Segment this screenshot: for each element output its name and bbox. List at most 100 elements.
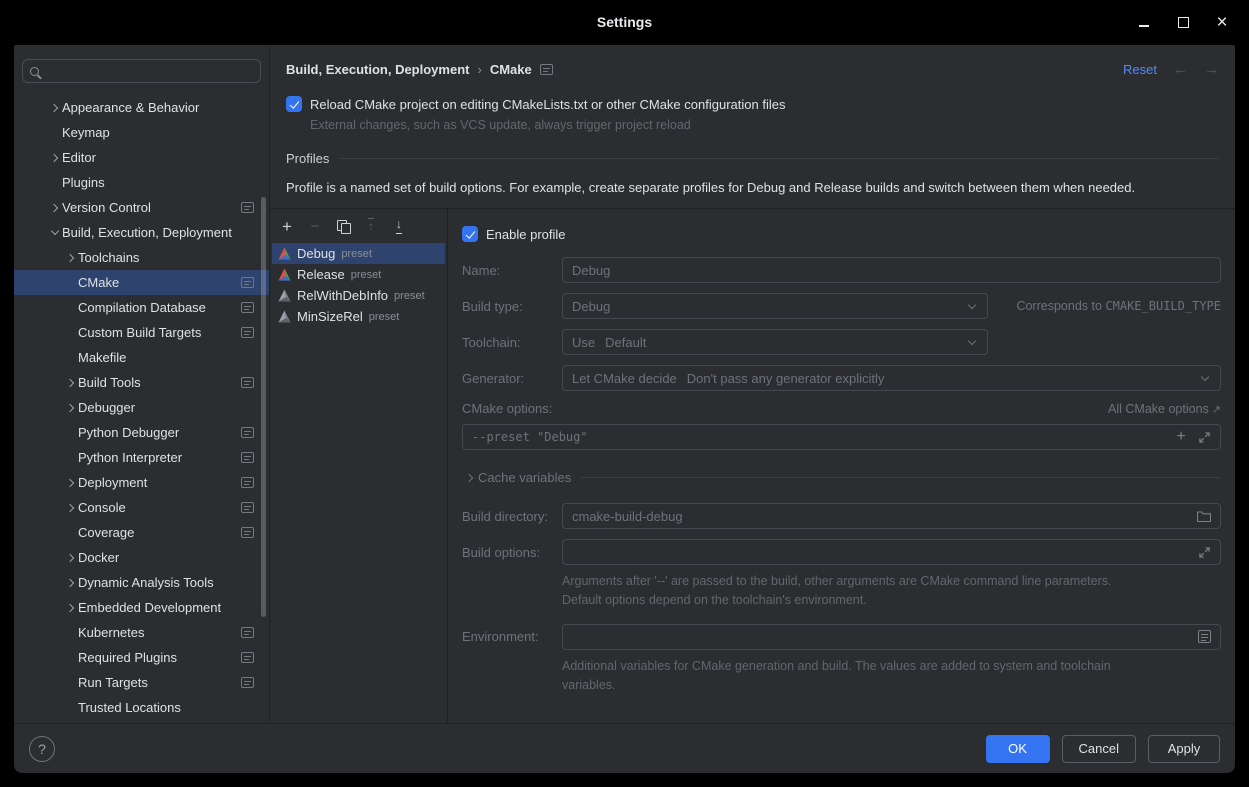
settings-search-box[interactable] (22, 59, 261, 83)
cancel-button[interactable]: Cancel (1062, 735, 1136, 763)
chevron-right-icon[interactable] (64, 555, 78, 561)
sidebar-item-run-targets[interactable]: Run Targets (14, 670, 269, 695)
sidebar-item-label: Docker (78, 550, 119, 565)
cache-variables-toggle[interactable]: Cache variables (462, 470, 1221, 485)
sidebar-item-editor[interactable]: Editor (14, 145, 269, 170)
add-profile-button[interactable] (279, 218, 295, 234)
cmake-options-label: CMake options: (462, 401, 552, 416)
chevron-right-icon[interactable] (48, 105, 62, 111)
remove-profile-button[interactable] (307, 218, 323, 234)
profile-name: RelWithDebInfo (297, 288, 388, 303)
sidebar-item-build-tools[interactable]: Build Tools (14, 370, 269, 395)
folder-icon[interactable] (1197, 509, 1211, 523)
build-directory-value: cmake-build-debug (572, 509, 683, 524)
add-option-icon[interactable] (1174, 430, 1188, 444)
chevron-right-icon[interactable] (64, 505, 78, 511)
sidebar-item-keymap[interactable]: Keymap (14, 120, 269, 145)
sidebar-item-deployment[interactable]: Deployment (14, 470, 269, 495)
all-cmake-options-link[interactable]: All CMake options (1108, 402, 1221, 416)
move-profile-down-button[interactable] (391, 218, 407, 234)
sidebar-item-python-interpreter[interactable]: Python Interpreter (14, 445, 269, 470)
profile-list-item-relwithdebinfo[interactable]: RelWithDebInfo preset (272, 285, 445, 306)
chevron-right-icon[interactable] (64, 380, 78, 386)
help-button[interactable]: ? (29, 736, 55, 762)
sidebar-item-coverage[interactable]: Coverage (14, 520, 269, 545)
toolchain-select[interactable]: Use Default (562, 329, 988, 355)
expand-icon[interactable] (1197, 430, 1211, 444)
sidebar-item-cmake[interactable]: CMake (14, 270, 269, 295)
forward-arrow-icon[interactable] (1204, 61, 1219, 78)
breadcrumb-build-execution-deployment[interactable]: Build, Execution, Deployment (286, 62, 469, 77)
sidebar-item-label: Dynamic Analysis Tools (78, 575, 214, 590)
chevron-right-icon[interactable] (48, 155, 62, 161)
reload-cmake-label: Reload CMake project on editing CMakeLis… (310, 97, 785, 112)
cmake-options-input[interactable]: --preset "Debug" (462, 424, 1221, 450)
name-label: Name: (462, 263, 562, 278)
back-arrow-icon[interactable] (1173, 61, 1188, 78)
sidebar-item-label: Python Debugger (78, 425, 179, 440)
sidebar-item-console[interactable]: Console (14, 495, 269, 520)
search-input[interactable] (45, 64, 253, 79)
reload-cmake-checkbox[interactable] (286, 96, 302, 112)
build-options-label: Build options: (462, 545, 562, 560)
generator-select[interactable]: Let CMake decide Don't pass any generato… (562, 365, 1221, 391)
chevron-right-icon[interactable] (64, 580, 78, 586)
ok-button[interactable]: OK (986, 735, 1050, 763)
project-settings-icon (241, 652, 254, 663)
chevron-down-icon (966, 305, 978, 308)
apply-button[interactable]: Apply (1148, 735, 1220, 763)
sidebar-item-embedded-development[interactable]: Embedded Development (14, 595, 269, 620)
sidebar-item-custom-build-targets[interactable]: Custom Build Targets (14, 320, 269, 345)
sidebar-scrollbar[interactable] (261, 197, 266, 617)
expand-icon[interactable] (1197, 545, 1211, 559)
name-input[interactable]: Debug (562, 257, 1221, 283)
chevron-right-icon[interactable] (64, 405, 78, 411)
sidebar-item-kubernetes[interactable]: Kubernetes (14, 620, 269, 645)
chevron-down-icon (966, 341, 978, 344)
build-directory-input[interactable]: cmake-build-debug (562, 503, 1221, 529)
copy-profile-button[interactable] (335, 218, 351, 234)
project-settings-icon (241, 502, 254, 513)
sidebar-item-plugins[interactable]: Plugins (14, 170, 269, 195)
chevron-down-icon[interactable] (48, 231, 62, 234)
sidebar-item-dynamic-analysis-tools[interactable]: Dynamic Analysis Tools (14, 570, 269, 595)
reset-button[interactable]: Reset (1123, 62, 1157, 77)
sidebar-item-toolchains[interactable]: Toolchains (14, 245, 269, 270)
profile-list-item-debug[interactable]: Debug preset (272, 243, 445, 264)
profile-list-item-minsizerel[interactable]: MinSizeRel preset (272, 306, 445, 327)
enable-profile-checkbox[interactable] (462, 226, 478, 242)
close-icon[interactable] (1215, 16, 1229, 30)
chevron-right-icon[interactable] (64, 480, 78, 486)
cmake-logo-gray-icon (278, 310, 291, 323)
sidebar-item-docker[interactable]: Docker (14, 545, 269, 570)
sidebar-item-appearance-and-behavior[interactable]: Appearance & Behavior (14, 95, 269, 120)
build-type-row: Build type: Debug Corresponds to CMAKE_B… (462, 293, 1221, 319)
minimize-icon[interactable] (1137, 16, 1151, 30)
project-settings-icon (241, 527, 254, 538)
chevron-right-icon[interactable] (64, 605, 78, 611)
sidebar-item-build-execution-deployment[interactable]: Build, Execution, Deployment (14, 220, 269, 245)
sidebar-item-compilation-database[interactable]: Compilation Database (14, 295, 269, 320)
cmake-options-actions (1174, 430, 1211, 444)
maximize-icon[interactable] (1176, 16, 1190, 30)
sidebar-item-makefile[interactable]: Makefile (14, 345, 269, 370)
chevron-right-icon[interactable] (48, 205, 62, 211)
breadcrumb-cmake[interactable]: CMake (490, 62, 532, 77)
sidebar-item-python-debugger[interactable]: Python Debugger (14, 420, 269, 445)
build-options-input[interactable] (562, 539, 1221, 565)
sidebar-item-label: Required Plugins (78, 650, 177, 665)
environment-input[interactable] (562, 624, 1221, 650)
profile-list-toolbar (272, 213, 445, 243)
footer-buttons: OK Cancel Apply (986, 735, 1220, 763)
move-profile-up-button[interactable] (363, 218, 379, 234)
chevron-right-icon[interactable] (64, 255, 78, 261)
sidebar-item-trusted-locations[interactable]: Trusted Locations (14, 695, 269, 720)
profile-list-item-release[interactable]: Release preset (272, 264, 445, 285)
sidebar-item-debugger[interactable]: Debugger (14, 395, 269, 420)
build-type-select[interactable]: Debug (562, 293, 988, 319)
sidebar-item-version-control[interactable]: Version Control (14, 195, 269, 220)
environment-variables-icon[interactable] (1198, 630, 1211, 643)
breadcrumb-separator: › (477, 62, 481, 77)
build-type-note-text: Corresponds to (1016, 299, 1101, 313)
sidebar-item-required-plugins[interactable]: Required Plugins (14, 645, 269, 670)
